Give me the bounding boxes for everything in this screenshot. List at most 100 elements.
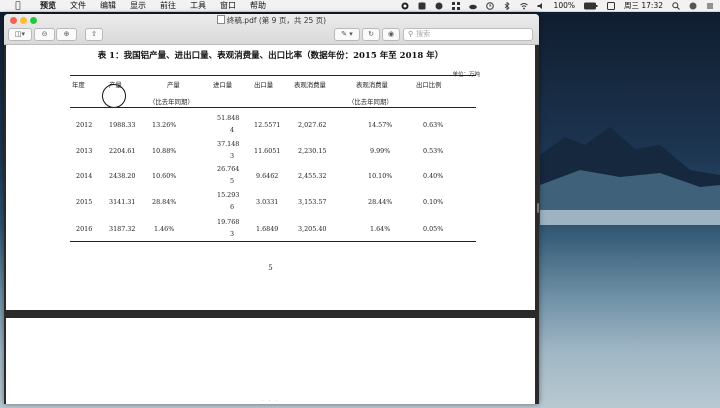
time-machine-icon[interactable] xyxy=(485,1,494,10)
spotlight-icon[interactable] xyxy=(672,1,680,10)
cell-consumption-yoy: 14.57% xyxy=(368,121,393,129)
app-status-icon-2[interactable] xyxy=(435,2,443,10)
menu-edit[interactable]: 编辑 xyxy=(100,0,116,11)
header-output-yoy: 产量 xyxy=(167,81,180,89)
cell-consumption: 2,455.32 xyxy=(298,172,327,180)
cell-ratio: 0.40% xyxy=(423,172,444,180)
window-title: 终稿.pdf (第 9 页，共 25 页) xyxy=(4,15,539,26)
cell-output: 2204.61 xyxy=(109,147,136,155)
preview-window: 终稿.pdf (第 9 页，共 25 页) ◫▾ ⊝ ⊕ ⇧ ✎ ▾ ↻ ◉ ⚲… xyxy=(4,14,539,404)
apple-menu-icon[interactable]:  xyxy=(10,1,26,11)
header-export: 出口量 xyxy=(254,81,274,89)
battery-icon[interactable] xyxy=(584,2,598,10)
menu-tools[interactable]: 工具 xyxy=(190,0,206,11)
page-number: 5 xyxy=(268,264,273,272)
cell-output: 3141.31 xyxy=(109,198,136,206)
record-icon[interactable] xyxy=(401,2,409,10)
zoom-out-button[interactable]: ⊝ xyxy=(34,28,55,41)
scrollbar-handle[interactable] xyxy=(537,203,539,213)
clock[interactable]: 周三 17:32 xyxy=(624,0,663,11)
cell-output-yoy: 10.60% xyxy=(152,172,177,180)
table-bottom-rule xyxy=(70,241,476,242)
header-year: 年度 xyxy=(72,81,85,89)
header-consumption-yoy: 表观消费量 xyxy=(356,81,388,89)
header-consumption: 表观消费量 xyxy=(294,81,326,89)
pdf-next-page: · · · xyxy=(6,318,535,404)
cell-output: 3187.32 xyxy=(109,225,136,233)
cell-output: 2438.20 xyxy=(109,172,136,180)
cell-year: 2014 xyxy=(76,172,93,180)
grid-icon[interactable] xyxy=(451,1,460,10)
cell-consumption: 2,230.15 xyxy=(298,147,327,155)
notification-center-icon[interactable] xyxy=(706,2,714,10)
wifi-icon[interactable] xyxy=(519,2,528,10)
menu-help[interactable]: 帮助 xyxy=(250,0,266,11)
header-output: 产量 xyxy=(109,81,122,89)
cell-consumption: 3,205.40 xyxy=(298,225,327,233)
menu-file[interactable]: 文件 xyxy=(70,0,86,11)
cell-import-wrap: 5 xyxy=(230,177,235,185)
markup-toolbar-button[interactable]: ◉ xyxy=(382,28,400,41)
mountain-silhouette xyxy=(540,127,720,225)
cell-import-wrap: 3 xyxy=(230,152,235,160)
header-import: 进口量 xyxy=(213,81,233,89)
header-export-ratio: 出口比例 xyxy=(416,81,442,89)
cell-import: 37.148 xyxy=(217,140,240,148)
cell-consumption-yoy: 1.64% xyxy=(370,225,391,233)
cell-consumption: 2,027.62 xyxy=(298,121,327,129)
volume-icon[interactable] xyxy=(537,2,545,10)
cell-year: 2016 xyxy=(76,225,93,233)
cell-ratio: 0.53% xyxy=(423,147,444,155)
unit-label: 单位：万吨 xyxy=(452,70,480,78)
page-fragment-marks: · · · xyxy=(261,398,280,404)
rotate-button[interactable]: ↻ xyxy=(362,28,380,41)
cell-export: 1.6849 xyxy=(256,225,279,233)
markup-pen-button[interactable]: ✎ ▾ xyxy=(334,28,360,41)
cell-import-wrap: 4 xyxy=(230,126,235,134)
zoom-in-button[interactable]: ⊕ xyxy=(56,28,77,41)
cell-ratio: 0.10% xyxy=(423,198,444,206)
title-filename: 终稿.pdf xyxy=(226,16,257,25)
cell-year: 2015 xyxy=(76,198,93,206)
search-field[interactable]: ⚲ 搜索 xyxy=(403,28,533,41)
cell-import: 19.768 xyxy=(217,218,240,226)
share-button[interactable]: ⇧ xyxy=(85,28,103,41)
menu-bar:  预览 文件 编辑 显示 前往 工具 窗口 帮助 100% 周三 17:32 xyxy=(0,0,720,12)
document-area[interactable]: 表 1：我国铝产量、进出口量、表观消费量、出口比率（数据年份：2015 年至 2… xyxy=(4,45,539,404)
cell-consumption-yoy: 10.10% xyxy=(368,172,393,180)
title-bar: 终稿.pdf (第 9 页，共 25 页) ◫▾ ⊝ ⊕ ⇧ ✎ ▾ ↻ ◉ ⚲… xyxy=(4,14,539,45)
cell-import-wrap: 6 xyxy=(230,203,235,211)
cell-output-yoy: 10.88% xyxy=(152,147,177,155)
pdf-file-icon xyxy=(216,15,225,24)
search-icon: ⚲ xyxy=(408,30,414,38)
cell-export: 3.0331 xyxy=(256,198,279,206)
menu-go[interactable]: 前往 xyxy=(160,0,176,11)
sidebar-toggle-button[interactable]: ◫▾ xyxy=(8,28,32,41)
bluetooth-icon[interactable] xyxy=(503,1,511,10)
app-menu[interactable]: 预览 xyxy=(40,0,56,11)
cell-output: 1988.33 xyxy=(109,121,136,129)
cell-import-wrap: 3 xyxy=(230,230,235,238)
menu-window[interactable]: 窗口 xyxy=(220,0,236,11)
menu-view[interactable]: 显示 xyxy=(130,0,146,11)
cell-export: 11.6051 xyxy=(254,147,281,155)
cell-consumption-yoy: 28.44% xyxy=(368,198,393,206)
title-page-info: (第 9 页，共 25 页) xyxy=(258,16,327,25)
cell-output-yoy: 28.84% xyxy=(152,198,177,206)
cell-output-yoy: 1.46% xyxy=(154,225,175,233)
user-icon[interactable] xyxy=(689,2,697,10)
header-consumption-yoy-sub: （比去年同期） xyxy=(348,98,393,106)
input-method-icon[interactable] xyxy=(607,1,615,10)
cell-import: 51.848 xyxy=(217,114,240,122)
table-title: 表 1：我国铝产量、进出口量、表观消费量、出口比率（数据年份：2015 年至 2… xyxy=(97,51,444,61)
cell-output-yoy: 13.26% xyxy=(152,121,177,129)
cell-year: 2013 xyxy=(76,147,93,155)
app-status-icon[interactable] xyxy=(418,2,426,10)
cloud-icon[interactable] xyxy=(468,2,477,10)
cell-consumption: 3,153.57 xyxy=(298,198,327,206)
toolbar: ◫▾ ⊝ ⊕ ⇧ ✎ ▾ ↻ ◉ ⚲ 搜索 xyxy=(4,26,539,42)
table-top-rule xyxy=(70,75,476,76)
cell-export: 9.6462 xyxy=(256,172,279,180)
battery-percent: 100% xyxy=(553,1,575,10)
header-output-yoy-sub: （比去年同期） xyxy=(149,98,194,106)
